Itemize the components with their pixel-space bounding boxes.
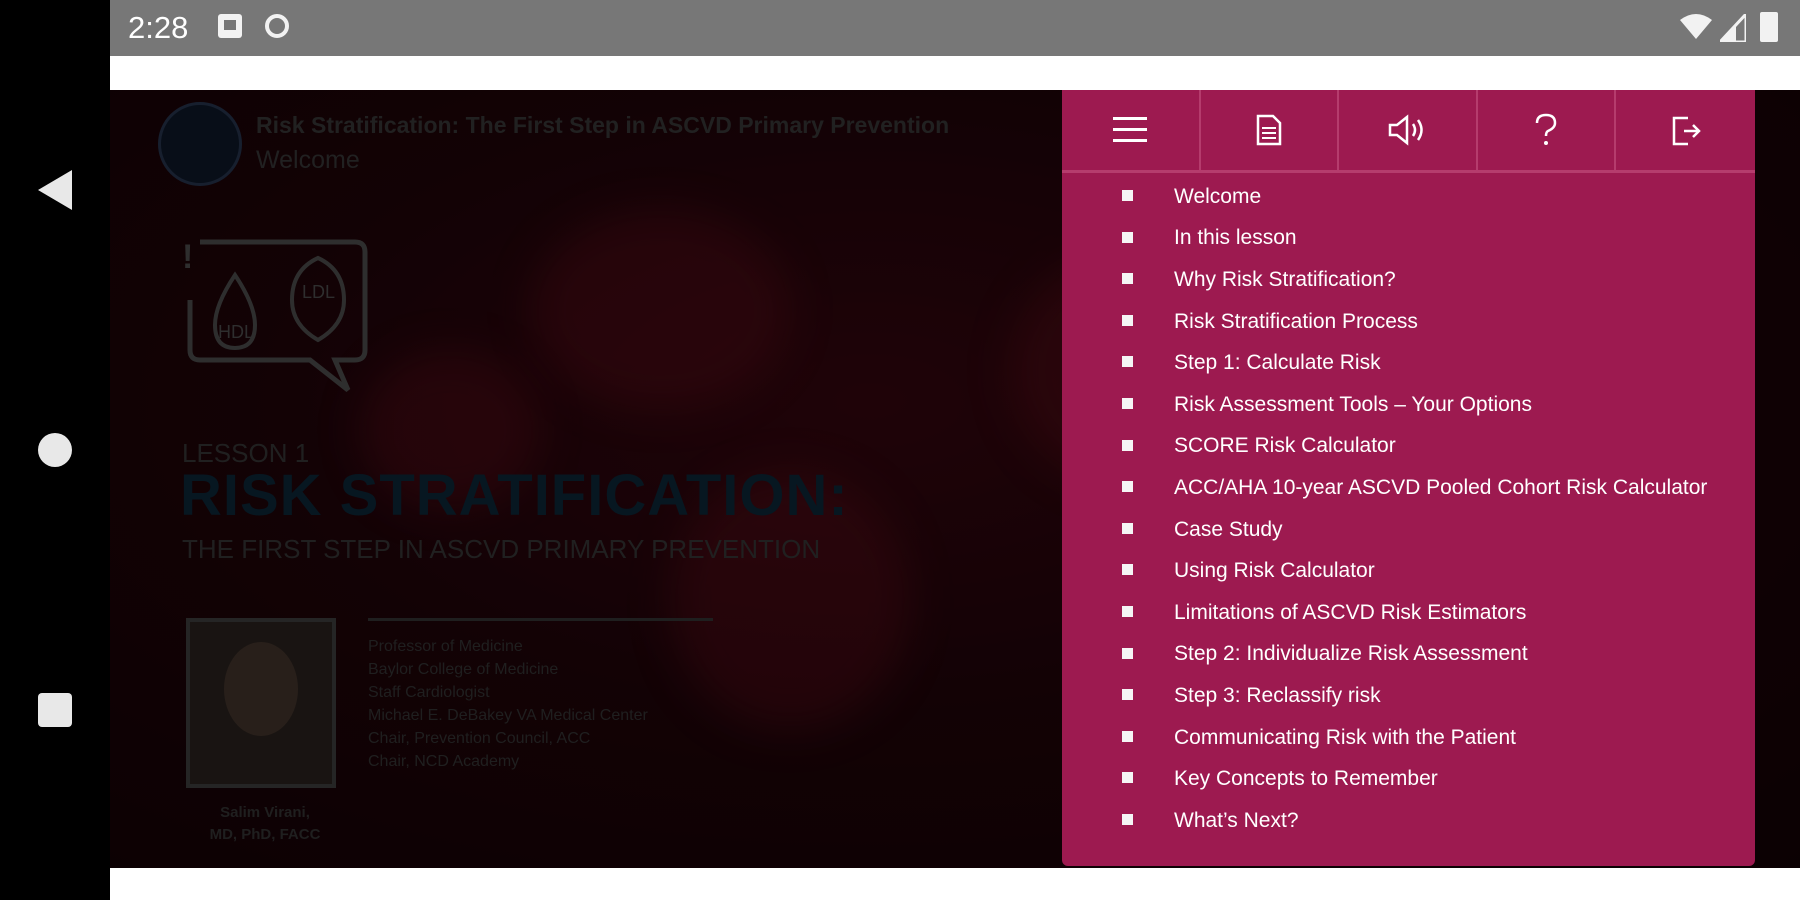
bullet-icon bbox=[1122, 813, 1133, 825]
menu-item-label: Risk Stratification Process bbox=[1174, 309, 1418, 333]
exit-button[interactable] bbox=[1616, 90, 1755, 170]
menu-item-step-3[interactable]: Step 3: Reclassify risk bbox=[1062, 675, 1755, 717]
app-bottom-strip bbox=[110, 868, 1800, 900]
menu-item-label: Communicating Risk with the Patient bbox=[1174, 725, 1516, 749]
bullet-icon bbox=[1122, 522, 1133, 534]
toolbar-divider bbox=[1062, 170, 1755, 173]
bullet-icon bbox=[1122, 730, 1133, 742]
menu-item-label: Welcome bbox=[1174, 184, 1262, 208]
bullet-icon bbox=[1122, 647, 1133, 659]
menu-item-pooled-cohort-calculator[interactable]: ACC/AHA 10-year ASCVD Pooled Cohort Risk… bbox=[1062, 467, 1755, 509]
transcript-button[interactable] bbox=[1201, 90, 1340, 170]
menu-toolbar bbox=[1062, 90, 1755, 170]
bullet-icon bbox=[1122, 689, 1133, 701]
transcript-icon bbox=[1256, 114, 1282, 146]
menu-item-risk-assessment-tools[interactable]: Risk Assessment Tools – Your Options bbox=[1062, 384, 1755, 426]
bullet-icon bbox=[1122, 481, 1133, 493]
sync-disabled-icon bbox=[265, 14, 289, 38]
menu-item-label: Step 2: Individualize Risk Assessment bbox=[1174, 642, 1528, 666]
menu-item-label: Case Study bbox=[1174, 517, 1283, 541]
menu-button[interactable] bbox=[1062, 90, 1201, 170]
menu-item-risk-stratification-process[interactable]: Risk Stratification Process bbox=[1062, 301, 1755, 343]
status-time: 2:28 bbox=[128, 10, 189, 45]
menu-item-label: Why Risk Stratification? bbox=[1174, 267, 1396, 291]
menu-item-in-this-lesson[interactable]: In this lesson bbox=[1062, 218, 1755, 260]
bullet-icon bbox=[1122, 439, 1133, 451]
menu-item-label: In this lesson bbox=[1174, 226, 1297, 250]
menu-item-label: Step 1: Calculate Risk bbox=[1174, 351, 1381, 375]
menu-item-label: Using Risk Calculator bbox=[1174, 559, 1375, 583]
menu-item-label: What’s Next? bbox=[1174, 808, 1299, 832]
bullet-icon bbox=[1122, 231, 1133, 243]
recents-icon[interactable] bbox=[0, 675, 110, 745]
menu-item-label: Risk Assessment Tools – Your Options bbox=[1174, 392, 1532, 416]
battery-icon bbox=[1760, 12, 1778, 42]
app-top-strip bbox=[110, 56, 1800, 90]
menu-item-label: Key Concepts to Remember bbox=[1174, 767, 1438, 791]
menu-item-why-risk-stratification[interactable]: Why Risk Stratification? bbox=[1062, 259, 1755, 301]
menu-item-key-concepts[interactable]: Key Concepts to Remember bbox=[1062, 758, 1755, 800]
back-icon[interactable] bbox=[0, 155, 110, 225]
navigation-bar bbox=[0, 0, 110, 900]
menu-item-step-2[interactable]: Step 2: Individualize Risk Assessment bbox=[1062, 634, 1755, 676]
status-bar: 2:28 bbox=[110, 0, 1800, 56]
menu-item-label: ACC/AHA 10-year ASCVD Pooled Cohort Risk… bbox=[1174, 475, 1708, 499]
help-button[interactable] bbox=[1478, 90, 1617, 170]
menu-item-welcome[interactable]: Welcome bbox=[1062, 176, 1755, 218]
bullet-icon bbox=[1122, 397, 1133, 409]
menu-item-score-calculator[interactable]: SCORE Risk Calculator bbox=[1062, 426, 1755, 468]
menu-item-label: Limitations of ASCVD Risk Estimators bbox=[1174, 600, 1527, 624]
menu-item-label: SCORE Risk Calculator bbox=[1174, 434, 1396, 458]
exit-icon bbox=[1672, 116, 1701, 146]
bullet-icon bbox=[1122, 605, 1133, 617]
menu-panel: Welcome In this lesson Why Risk Stratifi… bbox=[1062, 90, 1755, 866]
bullet-icon bbox=[1122, 190, 1133, 201]
bullet-icon bbox=[1122, 273, 1133, 285]
home-icon[interactable] bbox=[0, 415, 110, 485]
lesson-menu-list: Welcome In this lesson Why Risk Stratifi… bbox=[1062, 176, 1755, 842]
notification-image-icon bbox=[218, 14, 242, 38]
menu-item-step-1[interactable]: Step 1: Calculate Risk bbox=[1062, 342, 1755, 384]
help-icon bbox=[1535, 113, 1557, 145]
menu-item-using-risk-calculator[interactable]: Using Risk Calculator bbox=[1062, 550, 1755, 592]
wifi-icon bbox=[1680, 14, 1712, 39]
menu-item-label: Step 3: Reclassify risk bbox=[1174, 683, 1381, 707]
signal-icon bbox=[1720, 14, 1746, 42]
audio-icon bbox=[1389, 114, 1424, 146]
menu-item-whats-next[interactable]: What’s Next? bbox=[1062, 800, 1755, 842]
bullet-icon bbox=[1122, 314, 1133, 326]
menu-icon bbox=[1113, 117, 1148, 142]
audio-button[interactable] bbox=[1339, 90, 1478, 170]
bullet-icon bbox=[1122, 772, 1133, 784]
menu-item-communicating-risk[interactable]: Communicating Risk with the Patient bbox=[1062, 717, 1755, 759]
menu-item-case-study[interactable]: Case Study bbox=[1062, 509, 1755, 551]
bullet-icon bbox=[1122, 564, 1133, 576]
menu-item-limitations[interactable]: Limitations of ASCVD Risk Estimators bbox=[1062, 592, 1755, 634]
bullet-icon bbox=[1122, 356, 1133, 368]
